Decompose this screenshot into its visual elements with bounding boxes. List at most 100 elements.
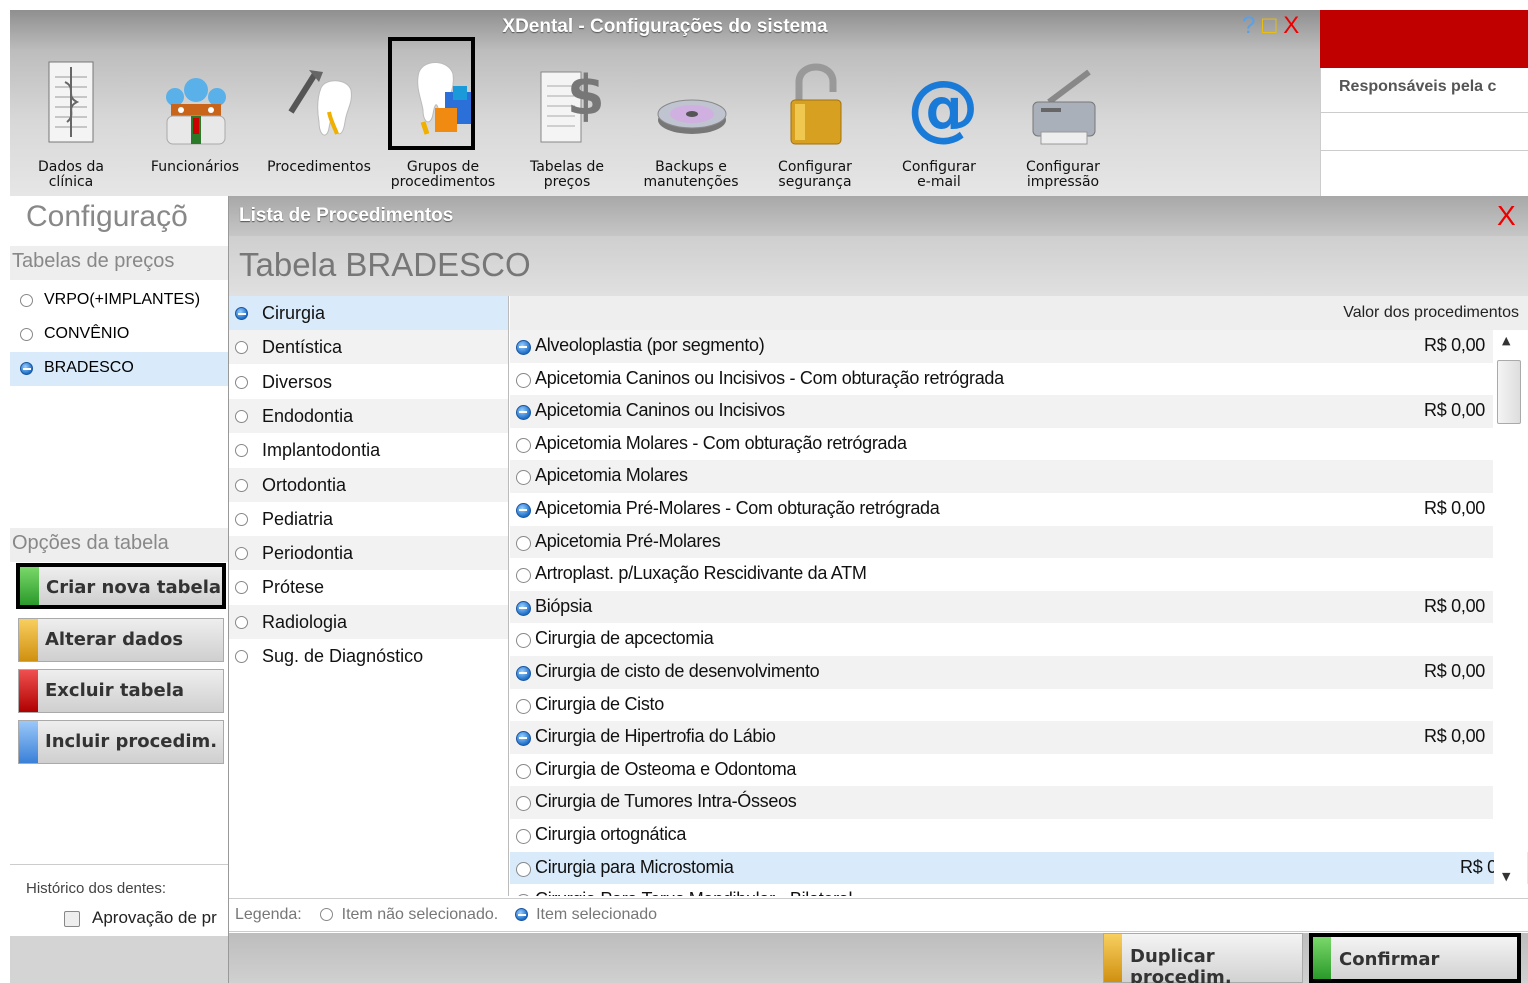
procedure-row[interactable]: Cirurgia de Hipertrofia do Lábio R$ 0,00: [510, 721, 1493, 754]
category-item[interactable]: Periodontia: [229, 536, 508, 571]
procedure-row[interactable]: Cirurgia para Microstomia R$ 0,00: [510, 851, 1528, 885]
table-item-label: CONVÊNIO: [44, 325, 130, 342]
table-name: Tabela BRADESCO: [239, 246, 531, 283]
radio-icon: [235, 375, 248, 389]
toolbar-procedimentos[interactable]: Procedimentos: [260, 44, 378, 194]
delete-table-button[interactable]: Excluir tabela: [18, 669, 224, 713]
category-item[interactable]: Pediatria: [229, 502, 508, 536]
category-item[interactable]: Sug. de Diagnóstico: [229, 639, 508, 673]
table-item-convenio[interactable]: CONVÊNIO: [10, 318, 228, 352]
config-toolbar: XDental - Configurações do sistema ? □ X…: [10, 10, 1320, 196]
button-label: Criar nova tabela: [46, 577, 222, 598]
scrollbar[interactable]: ▲ ▼: [1494, 330, 1527, 896]
procedure-value: R$ 0,00: [1424, 498, 1485, 518]
procedure-row[interactable]: Apicetomia Caninos ou Incisivos - Com ob…: [510, 363, 1493, 396]
scroll-up-icon[interactable]: ▲: [1502, 334, 1510, 347]
options-header: Opções da tabela: [10, 528, 228, 562]
category-label: Implantodontia: [262, 440, 381, 461]
procedure-value: R$ 0,00: [1424, 726, 1485, 747]
category-list: Cirurgia Dentística Diversos Endodontia Impl…: [229, 296, 509, 896]
window-controls: ? □ X: [1242, 12, 1299, 40]
toolbar-label: Procedimentos: [267, 159, 371, 175]
category-item[interactable]: Endodontia: [229, 398, 508, 433]
category-item[interactable]: Cirurgia: [229, 296, 508, 330]
right-panel: Responsáveis pela c: [1320, 68, 1528, 196]
category-item[interactable]: Prótese: [229, 570, 508, 604]
procedure-row[interactable]: Cirurgia de Cisto: [510, 689, 1493, 722]
procedure-name: Apicetomia Molares: [535, 465, 688, 486]
dialog-close-icon[interactable]: X: [1497, 200, 1516, 232]
procedure-row[interactable]: Cirurgia de Tumores Intra-Ósseos: [510, 786, 1493, 819]
toolbar-funcionarios[interactable]: Funcionários: [136, 44, 254, 194]
toolbar-label: Funcionários: [150, 159, 240, 175]
toolbar-dados-clinica[interactable]: Dados da clínica: [12, 44, 130, 194]
button-label: Incluir procedim.: [45, 731, 218, 752]
procedure-row[interactable]: Apicetomia Molares - Com obturação retró…: [510, 428, 1493, 461]
toolbar-seguranca[interactable]: Configurar segurança: [756, 44, 874, 194]
procedure-value: R$ 0,00: [1424, 335, 1485, 355]
procedure-name: Cirurgia ortognática: [535, 824, 687, 844]
toolbar-label: Dados da clínica: [37, 159, 105, 190]
scroll-down-icon[interactable]: ▼: [1502, 870, 1510, 883]
procedure-value: R$ 0,00: [1424, 595, 1485, 616]
maximize-icon[interactable]: □: [1262, 12, 1277, 39]
button-label: Confirmar: [1339, 949, 1440, 970]
procedure-name: Cirurgia Para Torus Mandibular - Bilater…: [535, 889, 853, 896]
scroll-thumb[interactable]: [1497, 360, 1521, 424]
radio-icon: [516, 861, 531, 877]
button-label: Excluir tabela: [45, 680, 185, 701]
category-label: Periodontia: [262, 543, 354, 564]
confirm-button[interactable]: Confirmar: [1309, 933, 1521, 983]
close-icon[interactable]: X: [1283, 12, 1299, 39]
help-icon[interactable]: ?: [1242, 12, 1255, 39]
procedure-row[interactable]: Apicetomia Molares: [510, 460, 1493, 493]
category-label: Diversos: [262, 371, 333, 392]
radio-icon: [516, 698, 531, 714]
category-item[interactable]: Ortodontia: [229, 467, 508, 502]
radio-selected-icon: [516, 731, 531, 747]
toolbar-impressao[interactable]: Configurar impressão: [1004, 44, 1122, 194]
page-title: Configuraçõ: [26, 200, 188, 233]
procedure-row[interactable]: Apicetomia Pré-Molares - Com obturação r…: [510, 493, 1493, 526]
procedure-name: Cirurgia de cisto de desenvolvimento: [535, 661, 820, 681]
category-item[interactable]: Radiologia: [229, 604, 508, 639]
table-item-vrpo[interactable]: VRPO(+IMPLANTES): [10, 284, 228, 318]
radio-selected-icon: [20, 362, 33, 375]
category-item[interactable]: Diversos: [229, 365, 508, 399]
toolbar-backups[interactable]: Backups e manutenções: [632, 44, 750, 194]
include-procedure-button[interactable]: Incluir procedim.: [18, 720, 224, 764]
printer-icon: [1032, 69, 1096, 145]
procedure-row[interactable]: Artroplast. p/Luxação Rescidivante da AT…: [510, 558, 1493, 591]
procedure-row[interactable]: Cirurgia de Osteoma e Odontoma: [510, 754, 1493, 787]
window-title: XDental - Configurações do sistema: [502, 16, 828, 37]
dialog-subheader: Tabela BRADESCO: [229, 236, 1528, 296]
selection-highlight: [388, 37, 475, 150]
create-table-button[interactable]: Criar nova tabela: [16, 563, 226, 609]
procedure-row[interactable]: Alveoloplastia (por segmento) R$ 0,00: [510, 330, 1493, 363]
at-sign-icon: @: [907, 65, 975, 149]
procedure-name: Alveoloplastia (por segmento): [535, 335, 765, 355]
duplicate-procedure-button[interactable]: Duplicar procedim.: [1103, 933, 1303, 983]
brand-banner: [1320, 10, 1528, 68]
category-item[interactable]: Implantodontia: [229, 433, 508, 467]
procedure-row[interactable]: Cirurgia ortognática: [510, 819, 1493, 852]
category-item[interactable]: Dentística: [229, 330, 508, 365]
toolbar-email[interactable]: @ Configurar e-mail: [880, 44, 998, 194]
edit-table-button[interactable]: Alterar dados: [18, 618, 224, 662]
procedure-row[interactable]: Cirurgia de cisto de desenvolvimento R$ 0…: [510, 656, 1493, 689]
procedure-name: Cirurgia de Osteoma e Odontoma: [535, 758, 797, 779]
procedure-name: Artroplast. p/Luxação Rescidivante da AT…: [535, 563, 867, 584]
radio-icon: [516, 894, 531, 896]
procedure-row[interactable]: Cirurgia Para Torus Mandibular - Bilater…: [510, 884, 1493, 896]
procedure-name: Apicetomia Pré-Molares: [535, 530, 721, 551]
procedure-row[interactable]: Biópsia R$ 0,00: [510, 590, 1493, 624]
procedure-row[interactable]: Apicetomia Pré-Molares: [510, 525, 1493, 559]
radio-icon: [516, 437, 531, 453]
procedure-row[interactable]: Apicetomia Caninos ou Incisivos R$ 0,00: [510, 395, 1493, 428]
radio-icon: [516, 633, 531, 649]
approval-checkbox[interactable]: [64, 911, 80, 927]
procedure-name: Apicetomia Caninos ou Incisivos - Com ob…: [535, 367, 1004, 388]
procedure-row[interactable]: Cirurgia de apcectomia: [510, 623, 1493, 656]
toolbar-tabelas-precos[interactable]: $ Tabelas de preços: [508, 44, 626, 194]
table-item-bradesco[interactable]: BRADESCO: [10, 352, 228, 386]
